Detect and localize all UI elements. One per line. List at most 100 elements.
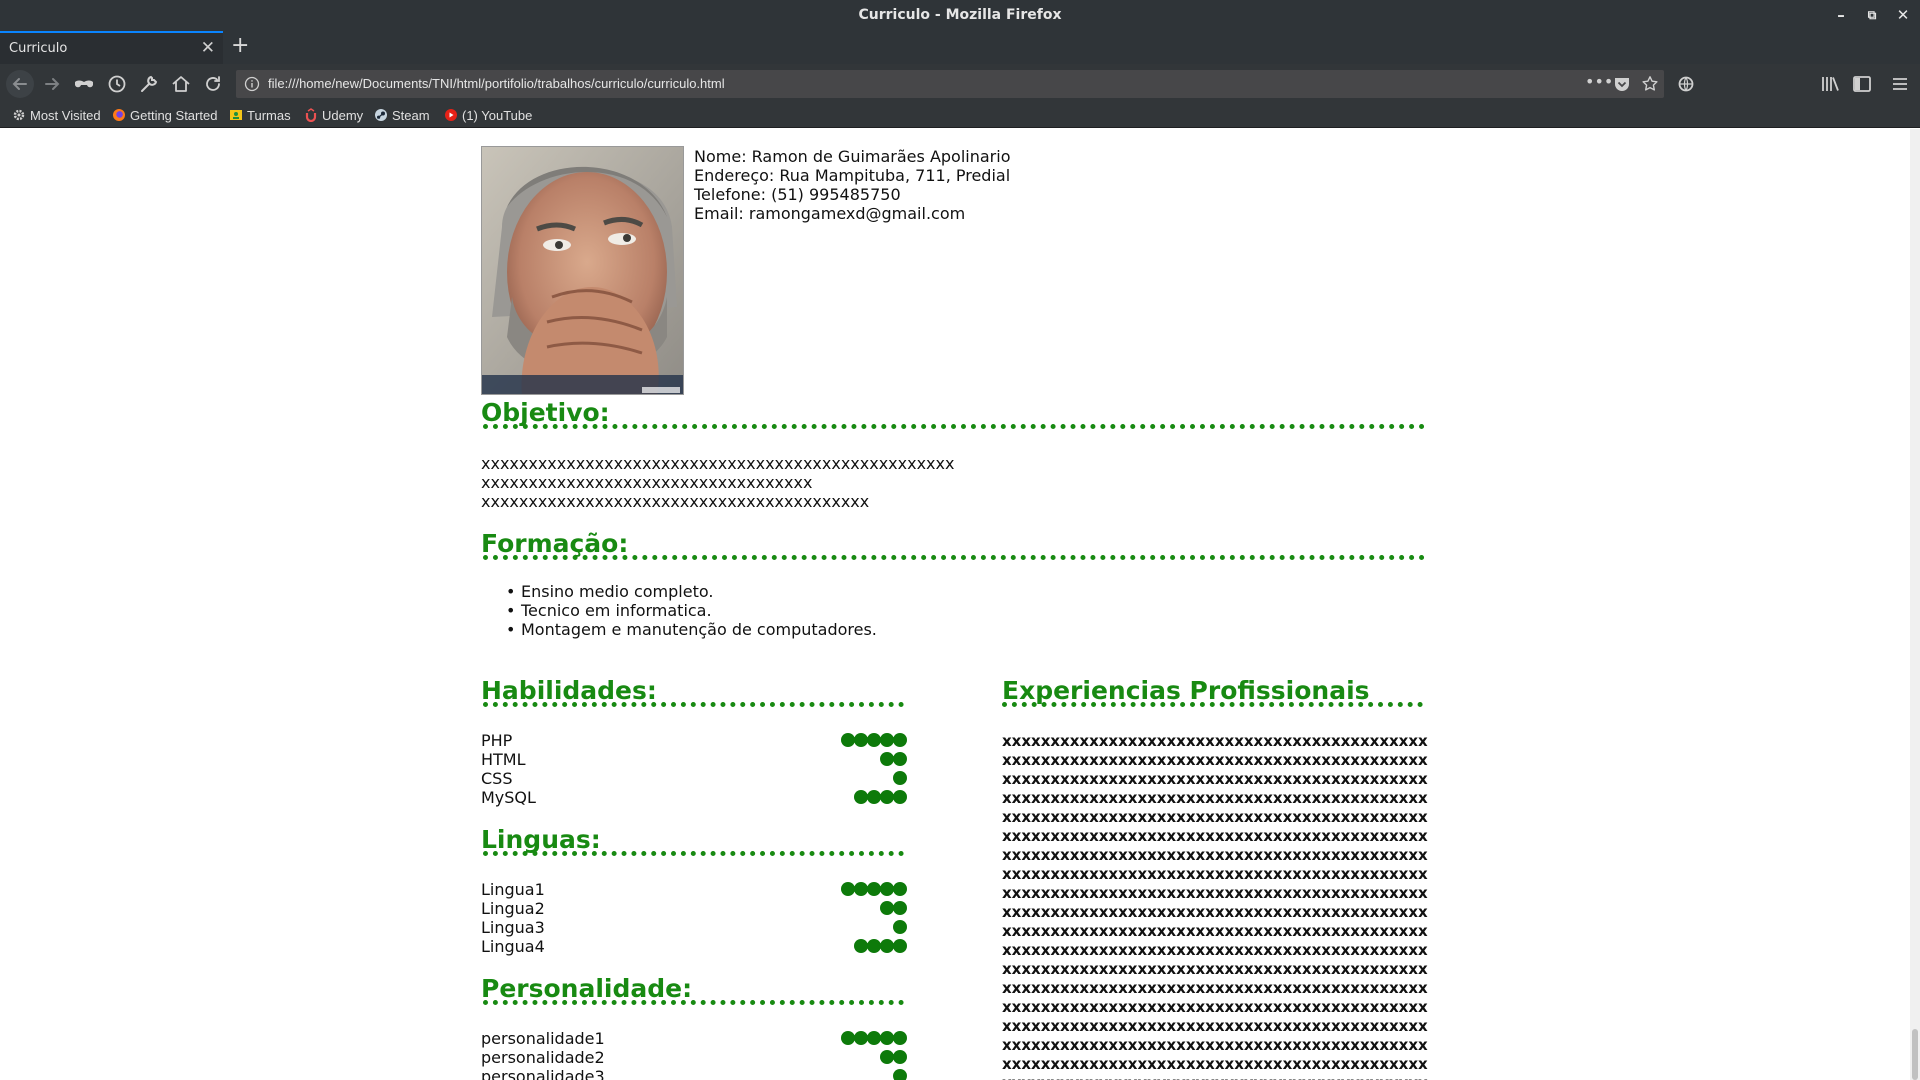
pocket-icon[interactable] [1613, 75, 1631, 93]
contact-info: Nome: Ramon de Guimarães Apolinario Ende… [694, 147, 1010, 223]
bookmark-label: Steam [392, 108, 430, 123]
experiencia-line: xxxxxxxxxxxxxxxxxxxxxxxxxxxxxxxxxxxxxxxx… [1002, 865, 1428, 883]
rating-row: Lingua3 [481, 918, 907, 937]
rating-dot [867, 790, 881, 804]
url-text[interactable]: file:///home/new/Documents/TNI/html/port… [268, 76, 1568, 91]
wrench-icon[interactable] [137, 72, 161, 96]
bookmark-most-visited[interactable]: Most Visited [12, 107, 101, 125]
linguas-heading: Linguas: [481, 825, 601, 854]
home-icon[interactable] [169, 72, 193, 96]
rating-label: PHP [481, 731, 513, 750]
bookmark-udemy[interactable]: Udemy [304, 107, 363, 125]
rating-row: PHP [481, 731, 907, 750]
personalidade-heading: Personalidade: [481, 974, 693, 1003]
rating-dot [880, 790, 894, 804]
rating-dot [893, 939, 907, 953]
library-icon[interactable] [1818, 72, 1842, 96]
rating-label: MySQL [481, 788, 536, 807]
tab-label: Curriculo [9, 41, 68, 56]
rating-dots [893, 1069, 907, 1080]
objetivo-line: xxxxxxxxxxxxxxxxxxxxxxxxxxxxxxxxxxxxxxxx… [481, 454, 955, 473]
rating-dot [880, 1050, 894, 1064]
contact-telefone: Telefone: (51) 995485750 [694, 185, 901, 204]
window-titlebar: Curriculo - Mozilla Firefox – ⧉ ✕ [0, 0, 1920, 31]
objetivo-line: xxxxxxxxxxxxxxxxxxxxxxxxxxxxxxxxxxx [481, 473, 813, 492]
rating-dots [841, 733, 907, 749]
bookmark-label: (1) YouTube [462, 108, 533, 123]
rating-dots [880, 901, 907, 917]
page-scrollbar[interactable] [1910, 129, 1920, 1080]
reload-icon[interactable] [201, 72, 225, 96]
experiencias-dotted-divider [1002, 702, 1423, 707]
rating-dot [893, 790, 907, 804]
scrollbar-thumb[interactable] [1912, 1029, 1918, 1080]
bookmark-label: Most Visited [30, 108, 101, 123]
close-tab-icon[interactable]: ✕ [201, 38, 215, 58]
formacao-dotted-divider [483, 555, 1425, 560]
url-bar[interactable]: file:///home/new/Documents/TNI/html/port… [236, 70, 1664, 98]
rating-dot [867, 939, 881, 953]
new-tab-icon[interactable]: + [231, 34, 249, 58]
list-item: Montagem e manutenção de computadores. [506, 620, 877, 639]
rating-dot [893, 882, 907, 896]
page-actions-icon[interactable]: ••• [1585, 74, 1613, 93]
rating-dots [893, 771, 907, 787]
close-window-icon[interactable]: ✕ [1893, 5, 1913, 25]
bookmark-youtube[interactable]: (1) YouTube [444, 107, 532, 125]
rating-dot [893, 1031, 907, 1045]
history-icon[interactable] [105, 72, 129, 96]
rating-dot [854, 939, 868, 953]
experiencia-line: xxxxxxxxxxxxxxxxxxxxxxxxxxxxxxxxxxxxxxxx… [1002, 1055, 1428, 1073]
rating-dot [893, 733, 907, 747]
rating-label: Lingua3 [481, 918, 545, 937]
experiencia-line: xxxxxxxxxxxxxxxxxxxxxxxxxxxxxxxxxxxxxxxx… [1002, 1017, 1428, 1035]
menu-icon[interactable] [1888, 72, 1912, 96]
experiencia-line: xxxxxxxxxxxxxxxxxxxxxxxxxxxxxxxxxxxxxxxx… [1002, 903, 1428, 921]
bookmark-steam[interactable]: Steam [374, 107, 430, 125]
bookmark-turmas[interactable]: Turmas [229, 107, 291, 125]
back-icon[interactable] [6, 70, 34, 98]
contact-endereco: Endereço: Rua Mampituba, 711, Predial [694, 166, 1011, 185]
maximize-icon[interactable]: ⧉ [1862, 5, 1882, 25]
experiencia-line: xxxxxxxxxxxxxxxxxxxxxxxxxxxxxxxxxxxxxxxx… [1002, 1036, 1428, 1054]
list-item: Tecnico em informatica. [506, 601, 877, 620]
rating-label: personalidade2 [481, 1048, 605, 1067]
info-icon[interactable] [244, 76, 260, 92]
rating-dot [867, 733, 881, 747]
rating-dot [867, 1031, 881, 1045]
experiencia-line: xxxxxxxxxxxxxxxxxxxxxxxxxxxxxxxxxxxxxxxx… [1002, 751, 1428, 769]
experiencia-line: xxxxxxxxxxxxxxxxxxxxxxxxxxxxxxxxxxxxxxxx… [1002, 732, 1428, 750]
rating-dot [880, 733, 894, 747]
rating-label: CSS [481, 769, 513, 788]
bookmark-label: Turmas [247, 108, 291, 123]
experiencias-heading: Experiencias Profissionais [1002, 676, 1370, 705]
rating-dots [841, 1031, 907, 1047]
sidebar-icon[interactable] [1850, 72, 1874, 96]
rating-dots [854, 939, 907, 955]
extension-icon[interactable] [1674, 72, 1698, 96]
tab-curriculo[interactable]: Curriculo ✕ [0, 31, 223, 64]
experiencia-line: xxxxxxxxxxxxxxxxxxxxxxxxxxxxxxxxxxxxxxxx… [1002, 941, 1428, 959]
rating-dots [893, 920, 907, 936]
rating-dots [880, 1050, 907, 1066]
habilidades-dotted-divider [483, 702, 904, 707]
rating-dots [841, 882, 907, 898]
rating-label: personalidade1 [481, 1029, 605, 1048]
nav-toolbar: file:///home/new/Documents/TNI/html/port… [0, 64, 1920, 104]
private-mask-icon[interactable] [72, 72, 96, 96]
bookmark-star-icon[interactable] [1641, 75, 1659, 93]
rating-dot [880, 752, 894, 766]
contact-nome: Nome: Ramon de Guimarães Apolinario [694, 147, 1011, 166]
bookmark-getting-started[interactable]: Getting Started [112, 107, 217, 125]
rating-dot [867, 882, 881, 896]
steam-icon [375, 109, 387, 121]
rating-row: MySQL [481, 788, 907, 807]
experiencia-line: xxxxxxxxxxxxxxxxxxxxxxxxxxxxxxxxxxxxxxxx… [1002, 979, 1428, 997]
objetivo-text: xxxxxxxxxxxxxxxxxxxxxxxxxxxxxxxxxxxxxxxx… [481, 454, 954, 511]
rating-dot [854, 790, 868, 804]
rating-dot [893, 901, 907, 915]
linguas-dotted-divider [483, 851, 904, 856]
youtube-icon [445, 109, 457, 121]
minimize-icon[interactable]: – [1831, 5, 1851, 25]
forward-icon[interactable] [40, 72, 64, 96]
